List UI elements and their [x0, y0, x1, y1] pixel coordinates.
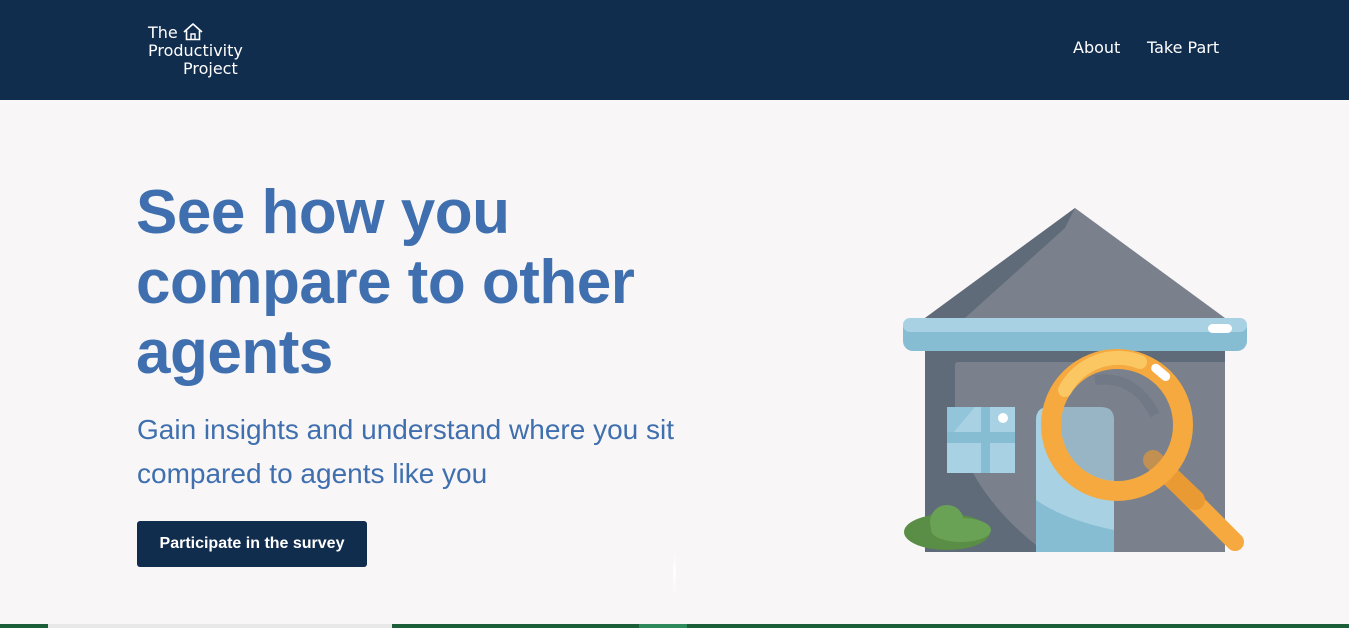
participate-survey-button[interactable]: Participate in the survey [137, 521, 367, 567]
logo-line-2: Productivity [148, 41, 243, 60]
site-logo[interactable]: The Productivity Project [148, 22, 258, 80]
bottom-strip-segment [48, 624, 392, 628]
hero-title: See how you compare to other agents [136, 178, 635, 387]
bottom-strip-segment [639, 624, 687, 628]
hero-subtitle: Gain insights and understand where you s… [137, 414, 674, 489]
scroll-indicator [673, 552, 676, 594]
logo-line-1: The [148, 23, 178, 42]
house-icon [183, 23, 203, 41]
top-navbar: The Productivity Project About Take Part [0, 0, 1349, 100]
logo-line-3: Project [183, 59, 238, 78]
nav-about-link[interactable]: About [1073, 38, 1120, 57]
house-magnifying-glass-illustration [903, 208, 1247, 552]
bottom-strip [0, 624, 1349, 628]
nav-take-part-link[interactable]: Take Part [1147, 38, 1219, 57]
